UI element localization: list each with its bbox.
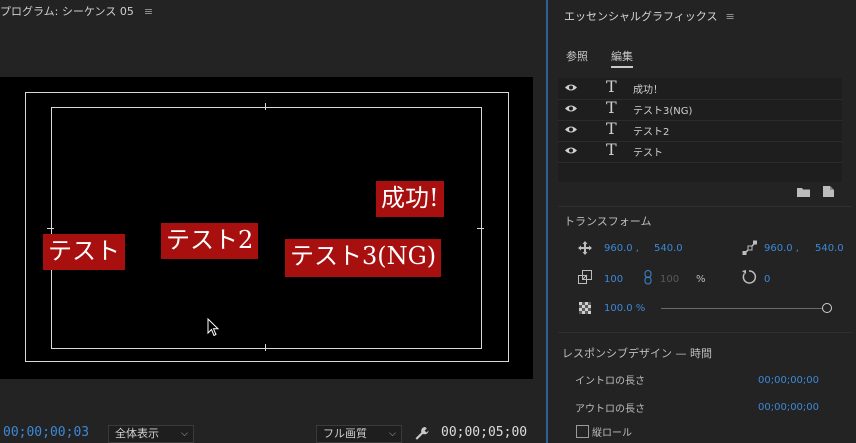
layer-name: テスト2 [633,127,670,138]
scale-unit: % [696,274,706,285]
opacity-slider-track[interactable] [661,308,825,309]
eye-icon[interactable] [564,146,578,155]
responsive-design-title[interactable]: レスポンシブデザイン — 時間 [562,345,712,361]
zoom-level-dropdown[interactable]: 全体表示 ⌵ [108,425,194,443]
layer-row[interactable]: T テスト [558,140,842,163]
position-y-value[interactable]: 540.0 [654,243,683,254]
center-mark-bottom [265,344,266,351]
panel-title-text: プログラム: シーケンス 05 [0,5,134,18]
essential-graphics-title[interactable]: エッセンシャルグラフィックス ≡ [564,8,735,24]
separator [558,206,852,207]
opacity-slider-knob[interactable] [822,303,832,313]
panel-menu-icon[interactable]: ≡ [725,10,734,23]
mouse-pointer-icon [207,318,220,337]
rotation-icon [742,270,757,284]
layer-list: T 成功！ T テスト3(NG) T テスト2 T テスト [558,77,842,182]
position-x-value[interactable]: 960.0 , [604,243,639,254]
scale-icon [578,270,592,284]
title-test3-ng[interactable]: テスト3(NG) [285,239,442,277]
tab-edit[interactable]: 編集 [611,48,633,68]
essential-graphics-panel: エッセンシャルグラフィックス ≡ 参照 編集 T 成功！ T テスト3(NG) T… [548,0,856,443]
current-timecode[interactable]: 00;00;00;03 [3,425,89,440]
scale-linked-value: 100 [660,274,680,285]
wrench-icon[interactable] [414,426,430,441]
program-monitor-panel: プログラム: シーケンス 05 ≡ 成功! テスト テスト2 テスト3(NG) 0… [0,0,546,443]
rotation-value[interactable]: 0 [764,274,770,285]
new-item-icon[interactable] [823,186,834,197]
eye-icon[interactable] [564,125,578,134]
text-layer-icon: T [606,140,617,159]
text-layer-icon: T [606,77,617,96]
duration-timecode: 00;00;05;00 [441,425,528,440]
tab-browse[interactable]: 参照 [566,48,588,64]
transform-section-title[interactable]: トランスフォーム [564,213,651,229]
outro-length-value[interactable]: 00;00;00;00 [758,402,819,413]
text-layer-icon: T [606,119,617,138]
playback-quality-value: フル画質 [323,427,367,440]
layer-name: 成功！ [633,85,663,96]
layer-row[interactable]: T 成功！ [558,77,842,100]
center-mark-left [47,228,54,229]
roll-label: 縦ロール [592,428,632,439]
layer-row[interactable]: T テスト3(NG) [558,98,842,121]
anchor-y-value[interactable]: 540.0 [815,243,844,254]
opacity-value[interactable]: 100.0 % [604,303,645,314]
layer-name: テスト3(NG) [633,106,693,117]
title-test[interactable]: テスト [43,234,125,270]
scale-value[interactable]: 100 [604,274,623,285]
panel-title-text: エッセンシャルグラフィックス [564,10,718,23]
title-success[interactable]: 成功! [376,181,444,217]
outro-length-label: アウトロの長さ [575,404,645,415]
anchor-x-value[interactable]: 960.0 , [764,243,799,254]
center-mark-top [265,103,266,110]
intro-length-value[interactable]: 00;00;00;00 [758,375,819,386]
link-scale-icon[interactable] [644,270,652,285]
video-canvas[interactable]: 成功! テスト テスト2 テスト3(NG) [0,77,533,379]
panel-menu-icon[interactable]: ≡ [144,5,153,18]
playback-quality-dropdown[interactable]: フル画質 ⌵ [316,425,402,443]
anchor-point-icon [742,240,757,255]
opacity-checker-icon [579,302,591,314]
program-monitor-title[interactable]: プログラム: シーケンス 05 ≡ [0,3,153,19]
position-move-icon [578,241,592,255]
title-test2[interactable]: テスト2 [161,223,259,259]
roll-checkbox[interactable] [576,425,589,438]
eye-icon[interactable] [564,104,578,113]
chevron-down-icon: ⌵ [181,429,188,439]
folder-icon[interactable] [797,187,810,197]
layer-name: テスト [633,148,663,159]
title-safe-guide [51,107,482,349]
chevron-down-icon: ⌵ [389,429,396,439]
text-layer-icon: T [606,98,617,117]
center-mark-right [477,228,484,229]
layer-row[interactable]: T テスト2 [558,119,842,142]
separator [558,332,852,333]
eye-icon[interactable] [564,83,578,92]
intro-length-label: イントロの長さ [575,376,645,387]
zoom-level-value: 全体表示 [115,427,159,440]
monitor-controls-bar: 00;00;00;03 全体表示 ⌵ フル画質 ⌵ 00;00;05;00 [0,423,546,443]
